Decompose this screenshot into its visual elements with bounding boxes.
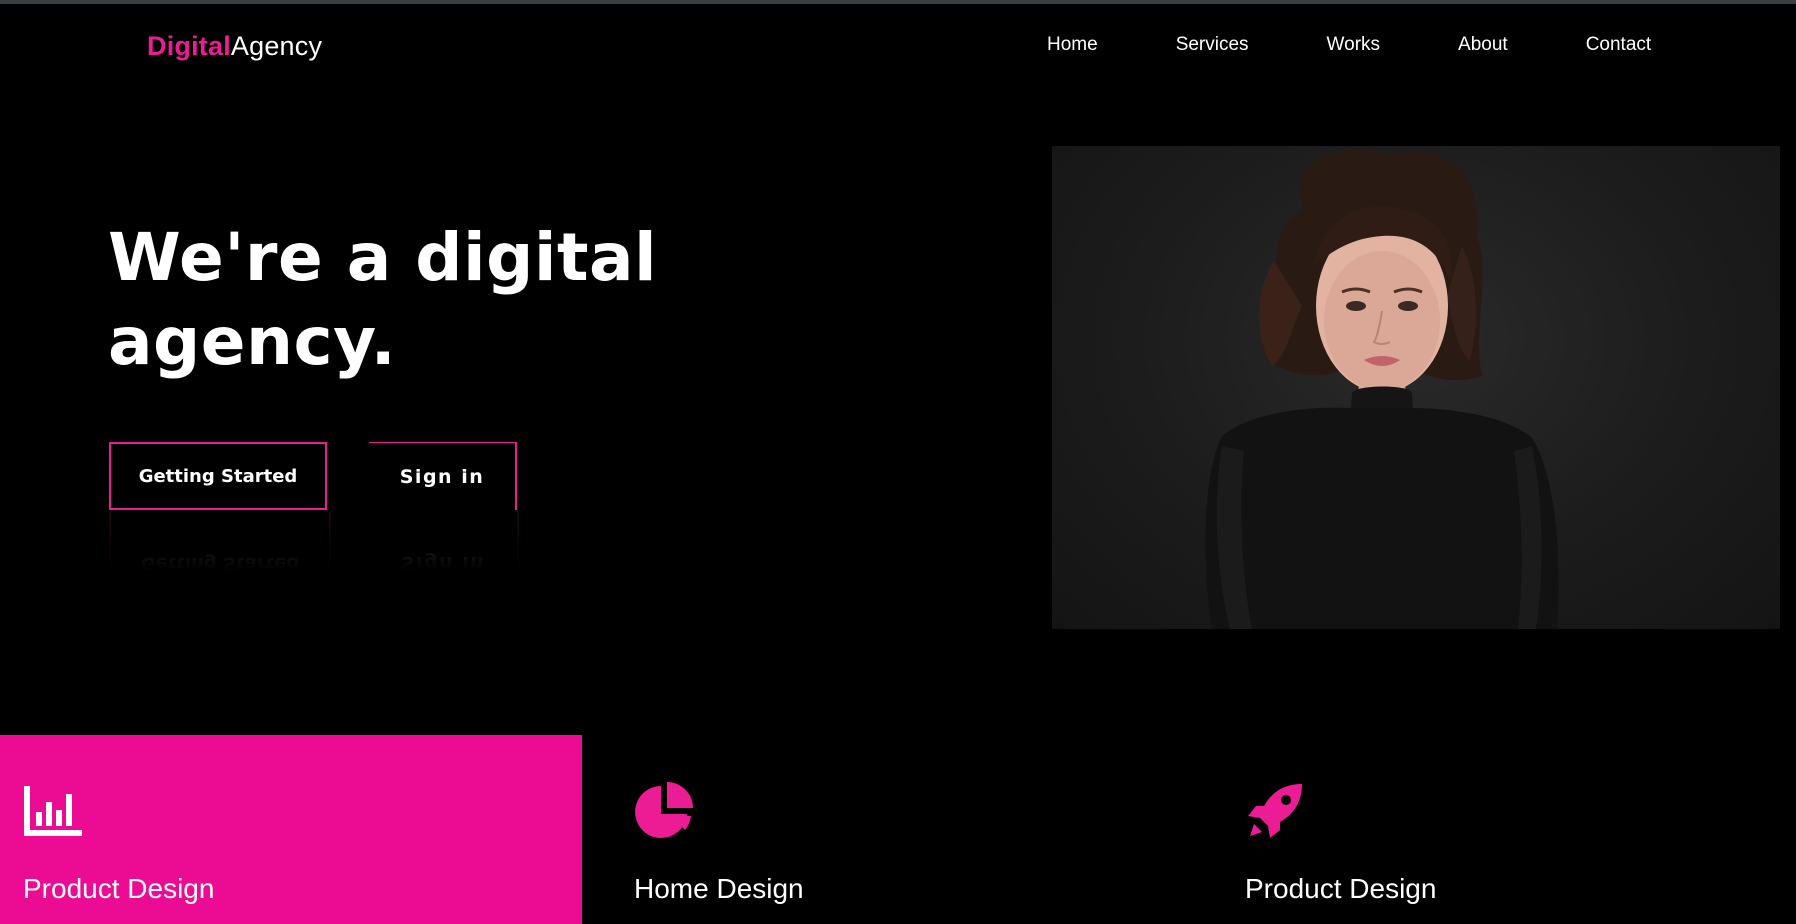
nav-contact[interactable]: Contact (1586, 32, 1651, 58)
logo[interactable]: DigitalAgency (147, 28, 322, 64)
pie-chart-icon (635, 782, 693, 838)
bar-chart-icon (24, 786, 82, 836)
window-top-strip (0, 0, 1796, 4)
nav-home[interactable]: Home (1047, 32, 1098, 58)
hero-portrait-image (1052, 146, 1780, 629)
getting-started-reflection-text: Getting Started (140, 553, 300, 572)
hero-title: We're a digital agency. (108, 219, 658, 380)
service-card-home-design[interactable]: Home Design (582, 735, 1193, 924)
sign-in-button[interactable]: Sign in (369, 442, 517, 510)
service-title: Home Design (634, 873, 804, 904)
service-card-product-design[interactable]: Product Design (0, 735, 582, 924)
rocket-icon (1248, 784, 1302, 838)
nav-services[interactable]: Services (1176, 32, 1249, 58)
service-card-product-design-2[interactable]: Product Design (1193, 735, 1796, 924)
service-title: Product Design (1245, 873, 1437, 904)
getting-started-button[interactable]: Getting Started (109, 442, 327, 510)
getting-started-reflection: Getting Started (109, 512, 331, 572)
services-section: Product Design Home Design Product Desig… (0, 735, 1796, 924)
service-title: Product Design (23, 873, 215, 904)
sign-in-reflection-text: Sign in (400, 552, 486, 572)
nav-about[interactable]: About (1458, 32, 1508, 58)
sign-in-reflection: Sign in (369, 512, 519, 572)
logo-rest: Agency (230, 31, 323, 61)
nav-works[interactable]: Works (1327, 32, 1380, 58)
page: DigitalAgency Home Services Works About … (0, 0, 1796, 924)
portrait-illustration (1205, 149, 1559, 629)
logo-accent: Digital (147, 31, 231, 61)
main-nav: Home Services Works About Contact (1047, 32, 1651, 58)
